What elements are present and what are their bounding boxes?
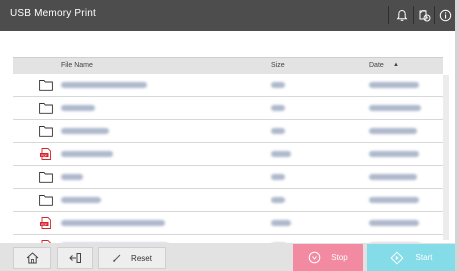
file-size-redacted <box>271 197 285 203</box>
return-icon <box>68 253 81 263</box>
column-size[interactable]: Size <box>271 62 285 69</box>
file-row[interactable] <box>13 189 443 212</box>
sort-ascending-icon: ▲ <box>393 62 399 68</box>
file-name-redacted <box>61 197 101 203</box>
column-date[interactable]: Date <box>369 62 384 69</box>
file-row[interactable]: PDF <box>13 143 443 166</box>
file-size-redacted <box>271 82 285 88</box>
file-size-redacted <box>271 151 291 157</box>
folder-icon <box>39 172 53 183</box>
job-status-icon[interactable] <box>416 7 432 23</box>
title-separator <box>388 6 389 24</box>
file-list: File Name Size Date ▲ PDF PDF <box>13 57 443 243</box>
file-row[interactable]: PDF <box>13 212 443 235</box>
column-file-name[interactable]: File Name <box>61 62 93 69</box>
stop-icon <box>308 251 321 264</box>
reset-button[interactable]: Reset <box>98 247 166 269</box>
file-date-redacted <box>369 151 419 157</box>
folder-icon <box>39 103 53 114</box>
file-row[interactable]: PDF <box>13 235 443 243</box>
folder-icon <box>39 126 53 137</box>
start-button[interactable]: Start <box>367 244 455 271</box>
file-row[interactable] <box>13 74 443 97</box>
home-icon <box>26 252 38 264</box>
start-label: Start <box>415 253 433 262</box>
stop-button[interactable]: Stop <box>293 244 363 271</box>
svg-text:PDF: PDF <box>41 153 47 157</box>
file-size-redacted <box>271 174 285 180</box>
svg-text:PDF: PDF <box>41 222 47 226</box>
file-name-redacted <box>61 174 83 180</box>
file-size-redacted <box>271 105 285 111</box>
reset-label: Reset <box>131 253 152 263</box>
start-icon <box>390 250 404 265</box>
window-title: USB Memory Print <box>10 8 96 19</box>
title-bar: USB Memory Print <box>0 0 455 31</box>
folder-icon <box>39 80 53 91</box>
path-bar <box>0 31 455 57</box>
title-separator <box>434 6 435 24</box>
pdf-file-icon: PDF <box>40 148 51 160</box>
file-date-redacted <box>369 197 419 203</box>
file-row[interactable] <box>13 166 443 189</box>
file-name-redacted <box>61 220 165 226</box>
list-scrollbar[interactable] <box>443 75 449 240</box>
bell-icon[interactable] <box>394 7 410 23</box>
file-date-redacted <box>369 220 419 226</box>
file-row[interactable] <box>13 97 443 120</box>
file-date-redacted <box>369 82 419 88</box>
title-separator <box>413 6 414 24</box>
file-date-redacted <box>369 174 417 180</box>
file-name-redacted <box>61 105 95 111</box>
pdf-file-icon: PDF <box>40 217 51 229</box>
usb-memory-print-screen: USB Memory Print File Name Size Date ▲ P… <box>0 0 459 271</box>
reset-icon <box>112 254 121 263</box>
file-row[interactable] <box>13 120 443 143</box>
info-icon[interactable] <box>437 7 453 23</box>
column-header: File Name Size Date ▲ <box>13 57 443 75</box>
file-date-redacted <box>369 105 421 111</box>
file-size-redacted <box>271 128 285 134</box>
stop-label: Stop <box>331 253 348 262</box>
folder-icon <box>39 195 53 206</box>
file-date-redacted <box>369 128 417 134</box>
home-button[interactable] <box>13 247 51 269</box>
file-name-redacted <box>61 128 109 134</box>
file-name-redacted <box>61 151 113 157</box>
file-name-redacted <box>61 82 147 88</box>
file-size-redacted <box>271 220 291 226</box>
back-button[interactable] <box>57 247 93 269</box>
